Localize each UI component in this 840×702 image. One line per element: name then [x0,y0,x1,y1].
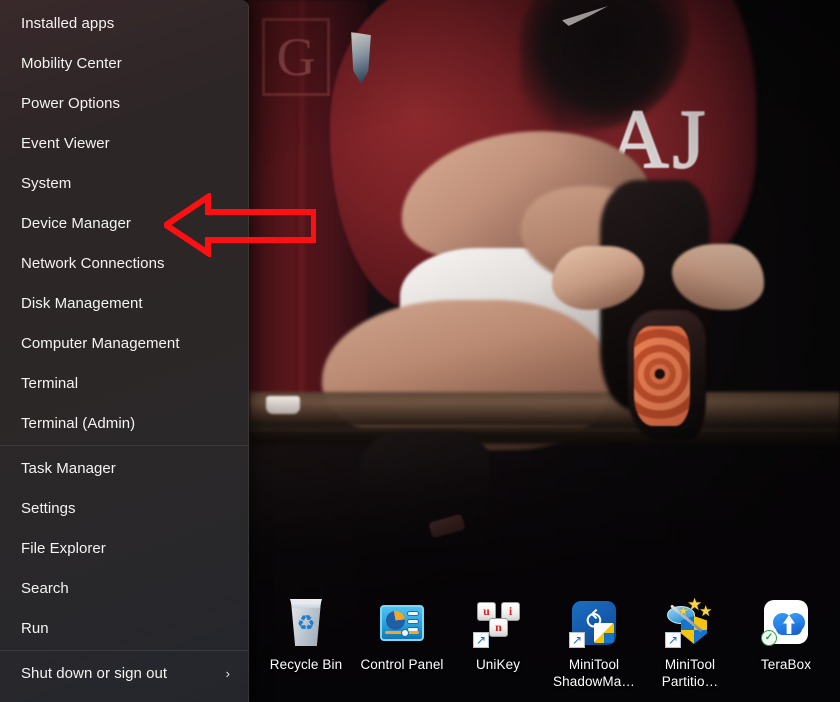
sync-complete-badge-icon: ✓ [761,630,777,646]
shortcut-overlay-icon: ↗ [665,632,681,648]
recycle-bin-icon: ♻ [281,598,331,648]
desktop-icon-terabox[interactable]: ✓ TeraBox [738,598,834,673]
terabox-icon: ✓ [761,598,811,648]
menu-item-run[interactable]: Run [0,608,248,648]
menu-item-label: Search [21,579,69,597]
recycle-symbol: ♻ [296,612,316,635]
desktop-icon-unikey[interactable]: u i n ↗ UniKey [450,598,546,673]
menu-item-terminal-admin[interactable]: Terminal (Admin) [0,403,248,443]
menu-item-file-explorer[interactable]: File Explorer [0,528,248,568]
wallpaper-bench-object [266,396,300,414]
menu-item-settings[interactable]: Settings [0,488,248,528]
wallpaper-bench-shadow [250,426,840,444]
menu-item-disk-management[interactable]: Disk Management [0,283,248,323]
menu-item-power-options[interactable]: Power Options [0,83,248,123]
menu-item-label: Run [21,619,49,637]
wallpaper-boot-pattern [634,326,690,426]
desktop-icon-row: ♻ Recycle Bin Control Panel u i n ↗ UniK… [258,596,840,690]
menu-item-search[interactable]: Search [0,568,248,608]
menu-item-label: Settings [21,499,76,517]
menu-item-computer-management[interactable]: Computer Management [0,323,248,363]
menu-item-label: File Explorer [21,539,106,557]
menu-item-installed-apps[interactable]: Installed apps [0,3,248,43]
unikey-icon: u i n ↗ [473,598,523,648]
minitool-partition-wizard-icon: ★ ★ ★ ↗ [665,596,715,648]
shortcut-overlay-icon: ↗ [473,632,489,648]
menu-item-label: Terminal [21,374,79,392]
menu-item-label: Device Manager [21,214,131,232]
menu-separator [0,445,248,446]
minitool-shadowmaker-icon: ⥀ ↗ [569,598,619,648]
desktop-icon-label: MiniTool ShadowMa… [553,657,635,689]
desktop-icon-recycle-bin[interactable]: ♻ Recycle Bin [258,598,354,673]
menu-item-system[interactable]: System [0,163,248,203]
unikey-key-n: n [489,618,508,637]
win-x-quick-link-menu[interactable]: Installed apps Mobility Center Power Opt… [0,0,249,702]
menu-item-network-connections[interactable]: Network Connections [0,243,248,283]
desktop-icon-label: Control Panel [360,657,444,672]
desktop-icon-minitool-shadowmaker[interactable]: ⥀ ↗ MiniTool ShadowMa… [546,598,642,690]
menu-item-label: Task Manager [21,459,116,477]
wallpaper-banner-letter: G [262,18,330,96]
menu-item-terminal[interactable]: Terminal [0,363,248,403]
menu-item-label: System [21,174,72,192]
control-panel-icon [377,598,427,648]
menu-item-label: Mobility Center [21,54,122,72]
desktop-icon-minitool-partition-wizard[interactable]: ★ ★ ★ ↗ MiniTool Partitio… [642,596,738,690]
chevron-right-icon: › [225,665,230,681]
menu-separator [0,650,248,651]
desktop-icon-label: Recycle Bin [269,657,343,672]
shortcut-overlay-icon: ↗ [569,632,585,648]
menu-item-label: Terminal (Admin) [21,414,136,432]
wallpaper-bench [250,392,840,426]
menu-item-label: Installed apps [21,14,115,32]
desktop-icon-label: TeraBox [760,657,812,672]
menu-item-label: Disk Management [21,294,143,312]
menu-item-label: Event Viewer [21,134,110,152]
desktop-icon-label: MiniTool Partitio… [661,657,719,689]
desktop-icon-control-panel[interactable]: Control Panel [354,598,450,673]
menu-item-label: Power Options [21,94,121,112]
menu-item-label: Network Connections [21,254,165,272]
desktop-screen: G AJ ♻ Recycle Bin Control Panel u i n ↗… [0,0,840,702]
menu-item-device-manager[interactable]: Device Manager [0,203,248,243]
menu-item-event-viewer[interactable]: Event Viewer [0,123,248,163]
menu-item-label: Shut down or sign out [21,664,168,682]
menu-item-shut-down-or-sign-out[interactable]: Shut down or sign out › [0,653,248,693]
menu-item-mobility-center[interactable]: Mobility Center [0,43,248,83]
desktop-icon-label: UniKey [475,657,521,672]
menu-item-label: Computer Management [21,334,180,352]
menu-item-task-manager[interactable]: Task Manager [0,448,248,488]
